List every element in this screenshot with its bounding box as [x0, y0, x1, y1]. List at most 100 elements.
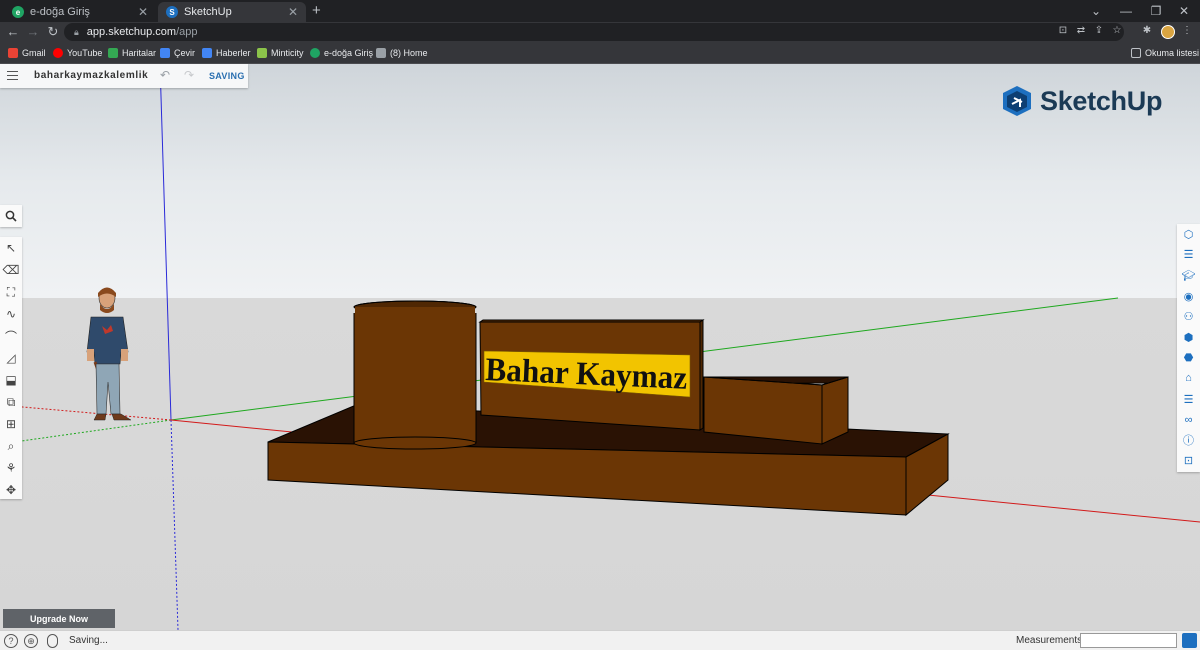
youtube-icon	[53, 48, 63, 58]
reload-icon[interactable]: ↻	[44, 24, 62, 40]
sketchup-status-icon[interactable]	[1182, 633, 1197, 648]
back-icon[interactable]: ←	[4, 24, 22, 40]
close-window-icon[interactable]: ✕	[1168, 0, 1200, 22]
measurements-input[interactable]	[1080, 633, 1177, 648]
gmail-icon	[8, 48, 18, 58]
status-bar: ? ⊕ Saving... Measurements	[0, 630, 1200, 650]
model-viewport[interactable]: Bahar Kaymaz	[0, 64, 1200, 630]
translate-page-icon[interactable]: ⇄	[1074, 24, 1088, 38]
scale-figure[interactable]	[86, 287, 132, 421]
tab-edoga[interactable]: e e-doğa Giriş ✕	[4, 2, 156, 22]
paint-bucket-tool-icon[interactable]: ⛶	[0, 281, 22, 303]
translate-icon	[160, 48, 170, 58]
instructor-icon[interactable]: 🎓︎	[1177, 265, 1200, 286]
scenes-icon[interactable]: ⬣	[1177, 348, 1200, 369]
display-icon[interactable]: ∞	[1177, 409, 1200, 430]
bookmark-home[interactable]: (8) Home	[376, 46, 428, 60]
bookmark-maps[interactable]: Haritalar	[108, 46, 156, 60]
box-holder[interactable]	[702, 376, 849, 445]
rectangle-tool-icon[interactable]: ◿	[0, 347, 22, 369]
edoga-icon	[310, 48, 320, 58]
sketchup-logo: SketchUp	[1002, 85, 1162, 117]
sketchup-logo-icon	[1003, 86, 1031, 116]
hamburger-menu-icon[interactable]	[7, 71, 18, 80]
styles-icon[interactable]: ⬢	[1177, 327, 1200, 348]
tags-icon[interactable]: ⌂	[1177, 368, 1200, 389]
tab-title: SketchUp	[184, 6, 232, 18]
url-host: app.sketchup.com	[86, 26, 177, 38]
file-name[interactable]: baharkaymazkalemlik	[34, 70, 148, 81]
solid-inspector-icon[interactable]: ⊡	[1177, 451, 1200, 472]
bookmark-minticity[interactable]: Minticity	[257, 46, 304, 60]
move-tool-icon[interactable]: ⊞	[0, 413, 22, 435]
shadows-icon[interactable]: ☰	[1177, 389, 1200, 410]
walk-tool-icon[interactable]: ⚘	[0, 457, 22, 479]
bookmark-star-icon[interactable]: ☆	[1110, 24, 1124, 38]
bookmark-translate[interactable]: Çevir	[160, 46, 195, 60]
minimize-icon[interactable]: —	[1110, 0, 1142, 22]
mouse-icon[interactable]	[47, 634, 58, 648]
save-status: SAVING	[209, 71, 245, 81]
bookmarks-bar: Gmail YouTube Haritalar Çevir Haberler M…	[0, 42, 1200, 64]
info-icon[interactable]: ⓘ	[1177, 430, 1200, 451]
materials-icon[interactable]: ◉	[1177, 286, 1200, 307]
sketchup-app: Bahar Kaymaz baharkaymazkalemlik ↶ ↷ SAV…	[0, 64, 1200, 650]
tools-toolbar: ↖ ⌫ ⛶ ∿ ⌒ ◿ ⬓ ⧉ ⊞ ⌕ ⚘ ✥	[0, 237, 22, 499]
close-tab-icon[interactable]: ✕	[138, 5, 148, 19]
red-axis-negative	[0, 404, 172, 421]
logo-text: SketchUp	[1040, 85, 1163, 116]
green-axis-negative	[0, 419, 172, 445]
bookmark-edoga[interactable]: e-doğa Giriş	[310, 46, 373, 60]
forward-icon[interactable]: →	[24, 24, 42, 40]
offset-tool-icon[interactable]: ⧉	[0, 391, 22, 413]
arc-tool-icon[interactable]: ⌒	[0, 325, 22, 347]
bookmark-news[interactable]: Haberler	[202, 46, 251, 60]
browser-menu-icon[interactable]: ⋮	[1180, 24, 1194, 38]
components-icon[interactable]: ⚇	[1177, 306, 1200, 327]
maps-icon	[108, 48, 118, 58]
search-toolbar	[0, 205, 22, 227]
reading-list-icon	[1131, 48, 1141, 58]
help-icon[interactable]: ?	[4, 634, 18, 648]
eraser-tool-icon[interactable]: ⌫	[0, 259, 22, 281]
orbit-tool-icon[interactable]: ✥	[0, 479, 22, 501]
news-icon	[202, 48, 212, 58]
extensions-icon[interactable]: ✱	[1140, 24, 1154, 38]
push-pull-tool-icon[interactable]: ⬓	[0, 369, 22, 391]
minticity-icon	[257, 48, 267, 58]
share-icon[interactable]: ⇪	[1092, 24, 1106, 38]
line-tool-icon[interactable]: ∿	[0, 303, 22, 325]
tab-search-icon[interactable]: ⌄	[1080, 0, 1112, 22]
browser-toolbar: ← → ↻ 🔒︎ app.sketchup.com/app ⊡ ⇄ ⇪ ☆ ✱ …	[0, 22, 1200, 42]
entity-info-icon[interactable]: ⬡	[1177, 224, 1200, 245]
measurements-label: Measurements	[1016, 635, 1083, 646]
home-icon	[376, 48, 386, 58]
bookmark-gmail[interactable]: Gmail	[8, 46, 46, 60]
edoga-favicon-icon: e	[12, 6, 24, 18]
tab-title: e-doğa Giriş	[30, 6, 90, 18]
status-text: Saving...	[69, 635, 108, 646]
bookmark-youtube[interactable]: YouTube	[53, 46, 102, 60]
sign-panel[interactable]: Bahar Kaymaz	[478, 319, 705, 431]
install-app-icon[interactable]: ⊡	[1056, 24, 1070, 38]
select-tool-icon[interactable]: ↖	[0, 237, 22, 259]
close-tab-icon[interactable]: ✕	[288, 5, 298, 19]
sketchup-favicon-icon: S	[166, 6, 178, 18]
address-bar[interactable]: 🔒︎ app.sketchup.com/app	[64, 23, 1124, 41]
profile-avatar[interactable]	[1161, 25, 1175, 39]
undo-icon[interactable]: ↶	[160, 68, 170, 82]
outliner-icon[interactable]: ☰	[1177, 245, 1200, 266]
search-icon[interactable]	[0, 205, 22, 227]
tape-measure-tool-icon[interactable]: ⌕	[0, 435, 22, 457]
reading-list[interactable]: Okuma listesi	[1131, 46, 1199, 60]
new-tab-icon[interactable]: +	[312, 2, 321, 20]
url-path: /app	[176, 26, 198, 38]
file-title-card: baharkaymazkalemlik ↶ ↷ SAVING	[0, 64, 248, 88]
tab-sketchup[interactable]: S SketchUp ✕	[158, 2, 306, 22]
lock-icon: 🔒︎	[74, 26, 79, 37]
globe-icon[interactable]: ⊕	[24, 634, 38, 648]
blue-axis	[159, 64, 172, 421]
upgrade-now-button[interactable]: Upgrade Now	[3, 609, 115, 628]
redo-icon[interactable]: ↷	[184, 68, 194, 82]
cylinder-holder[interactable]	[353, 300, 477, 450]
